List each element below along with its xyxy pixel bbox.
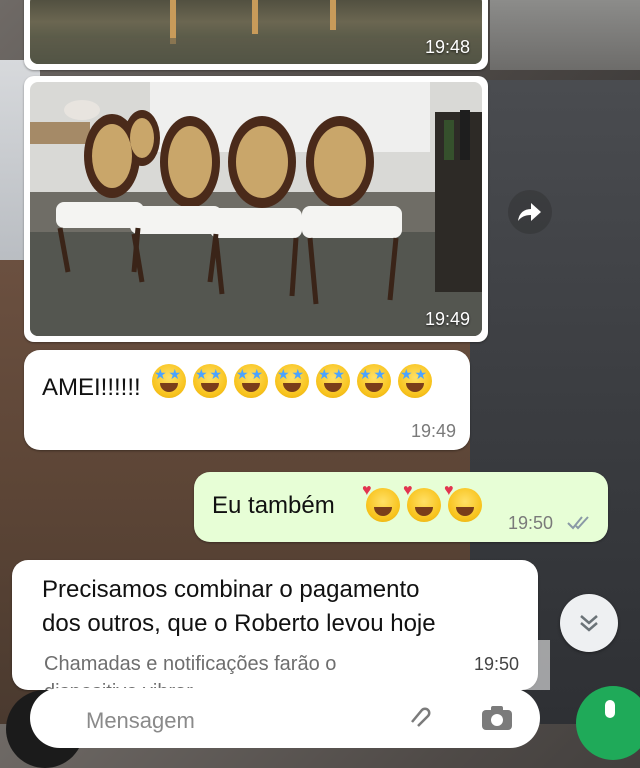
emoji-group bbox=[152, 364, 439, 398]
image-message[interactable]: 19:48 bbox=[24, 0, 488, 70]
message-input[interactable]: Mensagem bbox=[86, 708, 195, 734]
background-window bbox=[490, 0, 640, 70]
star-struck-emoji bbox=[275, 364, 309, 398]
star-struck-emoji bbox=[316, 364, 350, 398]
star-struck-emoji bbox=[357, 364, 391, 398]
message-text-line-1: Precisamos combinar o pagamento bbox=[42, 576, 420, 603]
double-check-icon bbox=[567, 516, 589, 530]
star-struck-emoji bbox=[398, 364, 432, 398]
forward-icon bbox=[518, 203, 541, 221]
smiling-face-with-hearts-emoji bbox=[403, 482, 441, 522]
outgoing-message[interactable]: Eu também 19:50 bbox=[194, 472, 608, 542]
chair-photo[interactable] bbox=[30, 0, 482, 64]
message-time: 19:48 bbox=[424, 37, 470, 57]
camera-icon[interactable] bbox=[480, 702, 514, 730]
paperclip-icon[interactable] bbox=[404, 702, 432, 730]
message-time: 19:49 bbox=[410, 421, 456, 441]
chevron-double-down-icon bbox=[580, 615, 598, 632]
mic-icon bbox=[605, 700, 615, 718]
message-text: AMEI!!!!!! bbox=[42, 374, 141, 401]
mic-button[interactable] bbox=[576, 686, 640, 760]
chair-photo[interactable] bbox=[30, 82, 482, 336]
incoming-message[interactable]: AMEI!!!!!! 19:49 bbox=[24, 350, 470, 450]
image-message[interactable]: 19:49 bbox=[24, 76, 488, 342]
scroll-to-bottom-button[interactable] bbox=[560, 594, 618, 652]
star-struck-emoji bbox=[152, 364, 186, 398]
chairs-image bbox=[30, 82, 482, 336]
emoji-group bbox=[362, 482, 489, 522]
forward-button[interactable] bbox=[508, 190, 552, 234]
smiling-face-with-hearts-emoji bbox=[444, 482, 482, 522]
message-text: Eu também bbox=[212, 492, 335, 519]
message-time: 19:50 bbox=[508, 513, 554, 533]
message-text-line-2: dos outros, que o Roberto levou hoje bbox=[42, 610, 436, 637]
star-struck-emoji bbox=[193, 364, 227, 398]
smiling-face-with-hearts-emoji bbox=[362, 482, 400, 522]
message-time: 19:50 bbox=[474, 654, 520, 674]
star-struck-emoji bbox=[234, 364, 268, 398]
notification-line-1: Chamadas e notificações farão o bbox=[44, 653, 337, 675]
message-time: 19:49 bbox=[424, 309, 470, 329]
